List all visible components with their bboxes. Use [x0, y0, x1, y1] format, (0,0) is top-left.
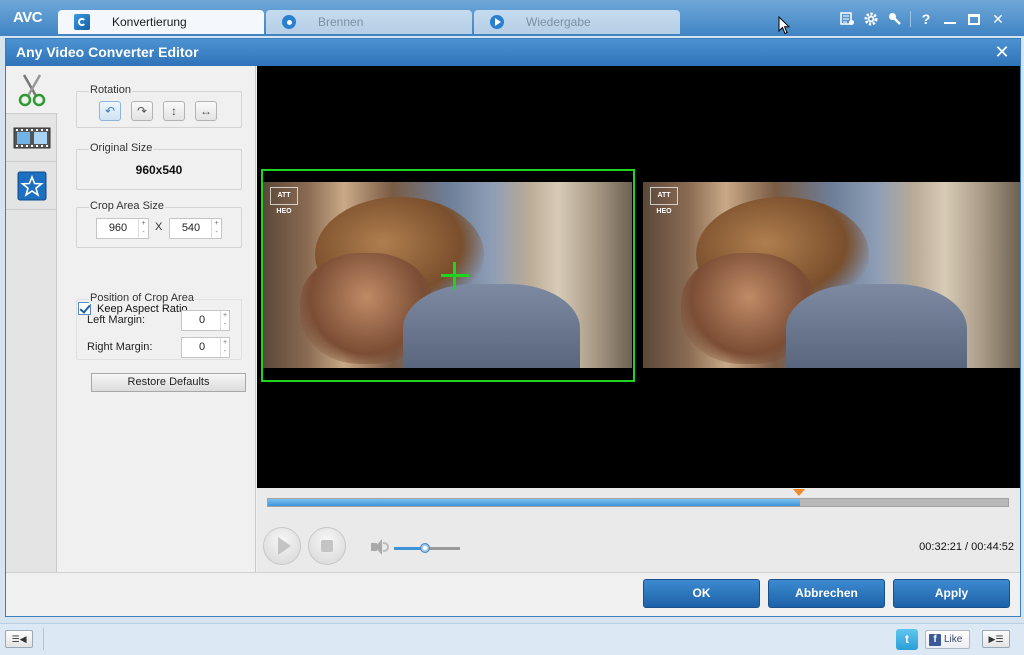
video-effects-icon	[13, 127, 50, 148]
crop-height-value[interactable]: 540	[170, 219, 212, 238]
facebook-like-button[interactable]: f Like	[925, 630, 970, 649]
crop-area-size-group: Crop Area Size 960 + - X 540 + -	[76, 200, 242, 248]
time-separator: /	[962, 541, 972, 553]
burn-disc-icon	[282, 15, 296, 29]
cancel-button[interactable]: Abbrechen	[768, 579, 885, 608]
help-icon[interactable]: ?	[914, 10, 938, 28]
ok-button[interactable]: OK	[643, 579, 760, 608]
current-time: 00:32:21	[919, 541, 962, 553]
crop-width-value[interactable]: 960	[97, 219, 139, 238]
tab-wiedergabe[interactable]: Wiedergabe	[474, 10, 680, 34]
stop-button[interactable]	[308, 527, 346, 565]
size-separator: X	[155, 221, 163, 233]
rotate-right-button[interactable]: ↷	[131, 101, 153, 121]
original-size-value: 960x540	[135, 163, 183, 177]
tab-label: Brennen	[318, 15, 364, 29]
crop-width-stepper[interactable]: 960 + -	[96, 218, 149, 239]
right-margin-stepper[interactable]: 0 + -	[181, 337, 230, 358]
list-icon: ☰	[11, 633, 20, 644]
crop-center-handle-icon[interactable]	[441, 262, 469, 290]
playback-controls: 00:32:21 / 00:44:52	[257, 522, 1020, 572]
seek-bar[interactable]	[267, 498, 1009, 507]
total-time: 00:44:52	[971, 541, 1014, 553]
video-preview-area: ATT HEO ATT HEO	[257, 66, 1020, 488]
volume-slider[interactable]	[394, 543, 460, 553]
settings-gear-icon[interactable]	[859, 10, 883, 28]
stepper-arrows[interactable]: + -	[220, 311, 229, 330]
sidebar-item-watermark[interactable]	[6, 162, 57, 210]
tab-label: Konvertierung	[112, 15, 187, 29]
seek-position-marker-icon[interactable]	[793, 489, 805, 496]
rotation-group: Rotation ↶ ↷ ↕ ↔	[76, 84, 242, 128]
editor-sidebar	[6, 66, 58, 572]
watermark-star-icon	[17, 171, 46, 200]
restore-defaults-button[interactable]: Restore Defaults	[91, 373, 246, 392]
tab-label: Wiedergabe	[526, 15, 591, 29]
channel-watermark: ATT HEO	[650, 187, 678, 215]
left-margin-stepper[interactable]: 0 + -	[181, 310, 230, 331]
flip-horizontal-button[interactable]: ↔	[195, 101, 217, 121]
play-icon	[490, 15, 504, 29]
crop-selection-box[interactable]	[261, 169, 635, 382]
mouse-cursor-icon	[778, 16, 790, 35]
stepper-arrows[interactable]: + -	[220, 338, 229, 357]
convert-icon	[74, 14, 90, 30]
apply-button[interactable]: Apply	[893, 579, 1010, 608]
seek-area	[257, 488, 1020, 522]
tab-konvertierung[interactable]: Konvertierung	[58, 10, 264, 34]
volume-knob[interactable]	[420, 543, 430, 553]
crop-position-group: Position of Crop Area Left Margin: 0 + - …	[76, 292, 242, 360]
app-logo: AVC	[13, 9, 43, 26]
window-controls: ? ✕	[835, 10, 1010, 28]
crop-controls-panel: Rotation ↶ ↷ ↕ ↔ Original Size 960x540 C…	[58, 66, 256, 572]
output-preview-frame: ATT HEO	[643, 182, 1020, 368]
stop-icon	[321, 540, 333, 552]
original-size-group: Original Size 960x540	[76, 142, 242, 190]
left-margin-label: Left Margin:	[87, 314, 146, 326]
arrow-left-icon: ◀	[19, 633, 27, 644]
crop-scissors-icon	[18, 73, 45, 106]
seek-progress-fill	[268, 499, 800, 506]
time-display: 00:32:21 / 00:44:52	[919, 541, 1014, 553]
right-margin-value[interactable]: 0	[182, 338, 222, 357]
sidebar-item-crop[interactable]	[6, 66, 58, 114]
editor-dialog: Any Video Converter Editor ✕ Rotation ↶ …	[5, 38, 1021, 617]
close-icon[interactable]: ✕	[986, 10, 1010, 28]
twitter-icon[interactable]: t	[896, 629, 918, 650]
register-icon[interactable]	[835, 10, 859, 28]
collapse-left-panel-button[interactable]: ☰ ◀	[5, 630, 33, 648]
crop-area-size-label: Crop Area Size	[89, 200, 165, 212]
original-size-label: Original Size	[89, 142, 154, 154]
skin-icon[interactable]	[883, 10, 907, 28]
status-bar: ☰ ◀ t f Like ▶ ☰	[0, 623, 1024, 655]
like-label: Like	[944, 634, 963, 645]
play-button[interactable]	[263, 527, 301, 565]
minimize-icon[interactable]	[938, 10, 962, 28]
separator	[910, 11, 911, 27]
facebook-icon: f	[929, 633, 941, 646]
tab-brennen[interactable]: Brennen	[266, 10, 472, 34]
left-margin-value[interactable]: 0	[182, 311, 222, 330]
rotation-label: Rotation	[89, 84, 132, 96]
volume-icon[interactable]	[371, 539, 389, 555]
separator	[43, 628, 44, 650]
right-margin-label: Right Margin:	[87, 341, 153, 353]
stepper-arrows[interactable]: + -	[138, 219, 148, 238]
sidebar-item-effects[interactable]	[6, 114, 57, 162]
dialog-title: Any Video Converter Editor	[16, 44, 199, 60]
dialog-footer: OK Abbrechen Apply	[6, 572, 1020, 616]
dialog-title-bar: Any Video Converter Editor ✕	[6, 39, 1020, 66]
maximize-icon[interactable]	[962, 10, 986, 28]
list-icon: ☰	[995, 633, 1004, 644]
arrow-right-icon: ▶	[988, 633, 996, 644]
rotate-left-button[interactable]: ↶	[99, 101, 121, 121]
expand-right-panel-button[interactable]: ▶ ☰	[982, 630, 1010, 648]
crop-height-stepper[interactable]: 540 + -	[169, 218, 222, 239]
flip-vertical-button[interactable]: ↕	[163, 101, 185, 121]
play-icon	[277, 537, 291, 555]
app-top-bar: AVC Konvertierung Brennen Wiedergabe ? ✕	[0, 0, 1024, 36]
stepper-arrows[interactable]: + -	[211, 219, 221, 238]
dialog-close-icon[interactable]: ✕	[992, 42, 1012, 62]
crop-position-label: Position of Crop Area	[89, 292, 195, 304]
